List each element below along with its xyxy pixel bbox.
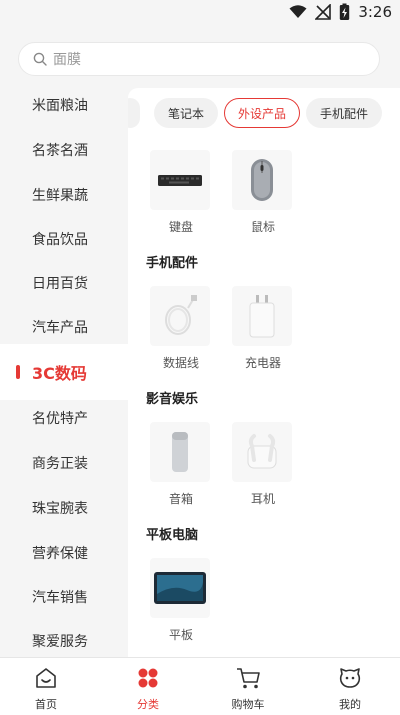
mouse-icon bbox=[232, 150, 292, 210]
status-bar: 3:26 bbox=[0, 0, 400, 26]
subcategory-tabs: 笔记本 外设产品 手机配件 bbox=[128, 98, 400, 130]
section-title-phone-accessories: 手机配件 bbox=[146, 256, 199, 271]
sidebar-item-rice-grain-oil[interactable]: 米面粮油 bbox=[0, 82, 128, 127]
product-name: 鼠标 bbox=[250, 220, 275, 234]
tab-peripherals[interactable]: 外设产品 bbox=[224, 98, 300, 128]
nav-category[interactable]: 分类 bbox=[118, 666, 178, 712]
product-keyboard[interactable]: 键盘 bbox=[150, 150, 212, 235]
tablet-icon bbox=[150, 558, 210, 618]
nav-home[interactable]: 首页 bbox=[16, 666, 76, 712]
product-earbuds[interactable]: 耳机 bbox=[232, 422, 294, 507]
category-sidebar: 米面粮油 名茶名酒 生鲜果蔬 食品饮品 日用百货 汽车产品 3C数码 名优特产 … bbox=[0, 82, 128, 657]
product-name: 键盘 bbox=[168, 220, 193, 234]
battery-charging-icon bbox=[340, 3, 350, 20]
product-charger[interactable]: 充电器 bbox=[232, 286, 294, 371]
search-bar[interactable]: 面膜 bbox=[18, 42, 380, 76]
no-signal-icon bbox=[315, 4, 332, 20]
nav-label: 首页 bbox=[35, 698, 57, 711]
nav-label: 分类 bbox=[137, 698, 159, 711]
tab-laptops[interactable]: 笔记本 bbox=[154, 98, 218, 128]
nav-label: 购物车 bbox=[231, 698, 265, 711]
nav-profile[interactable]: 我的 bbox=[320, 666, 380, 712]
sidebar-item-fresh-produce[interactable]: 生鲜果蔬 bbox=[0, 172, 128, 217]
sidebar-item-jewelry-watches[interactable]: 珠宝腕表 bbox=[0, 485, 128, 530]
product-name: 数据线 bbox=[162, 356, 199, 370]
search-icon bbox=[33, 52, 47, 66]
keyboard-icon bbox=[150, 150, 210, 210]
product-speaker[interactable]: 音箱 bbox=[150, 422, 212, 507]
sidebar-item-food-drinks[interactable]: 食品饮品 bbox=[0, 216, 128, 261]
sidebar-item-local-specialties[interactable]: 名优特产 bbox=[0, 395, 128, 440]
charger-icon bbox=[232, 286, 292, 346]
sidebar-item-tea-wine[interactable]: 名茶名酒 bbox=[0, 127, 128, 172]
sidebar-item-daily-goods[interactable]: 日用百货 bbox=[0, 260, 128, 305]
tab-phone-accessories[interactable]: 手机配件 bbox=[306, 98, 382, 128]
product-mouse[interactable]: 鼠标 bbox=[232, 150, 294, 235]
sidebar-item-business-wear[interactable]: 商务正装 bbox=[0, 440, 128, 485]
sidebar-item-auto-products[interactable]: 汽车产品 bbox=[0, 304, 128, 349]
bottom-nav: 首页 分类 购物车 我的 bbox=[0, 657, 400, 715]
speaker-icon bbox=[150, 422, 210, 482]
product-name: 平板 bbox=[168, 628, 193, 642]
sidebar-item-health[interactable]: 营养保健 bbox=[0, 530, 128, 575]
nav-label: 我的 bbox=[339, 698, 361, 711]
profile-icon bbox=[339, 668, 361, 688]
product-tablet[interactable]: 平板 bbox=[150, 558, 212, 643]
product-name: 耳机 bbox=[250, 492, 275, 506]
section-title-tablets: 平板电脑 bbox=[146, 528, 199, 543]
cable-icon bbox=[150, 286, 210, 346]
cart-icon bbox=[237, 668, 260, 689]
section-title-audio-video: 影音娱乐 bbox=[146, 392, 199, 407]
status-time: 3:26 bbox=[358, 3, 392, 21]
home-icon bbox=[36, 668, 56, 688]
product-name: 音箱 bbox=[168, 492, 193, 506]
sidebar-item-3c-digital[interactable]: 3C数码 bbox=[0, 349, 128, 394]
search-placeholder: 面膜 bbox=[53, 52, 81, 68]
product-cable[interactable]: 数据线 bbox=[150, 286, 212, 371]
sidebar-item-car-sales[interactable]: 汽车销售 bbox=[0, 574, 128, 619]
status-icons: 3:26 bbox=[289, 3, 392, 21]
category-content: 笔记本 外设产品 手机配件 键盘 鼠标 手机配件 数据线 充电器 影音娱乐 音箱 bbox=[128, 88, 400, 657]
product-name: 充电器 bbox=[244, 356, 281, 370]
nav-cart[interactable]: 购物车 bbox=[218, 666, 278, 712]
earbuds-icon bbox=[232, 422, 292, 482]
wifi-icon bbox=[289, 5, 307, 18]
tab-partial[interactable] bbox=[128, 98, 140, 128]
category-icon bbox=[138, 668, 158, 688]
